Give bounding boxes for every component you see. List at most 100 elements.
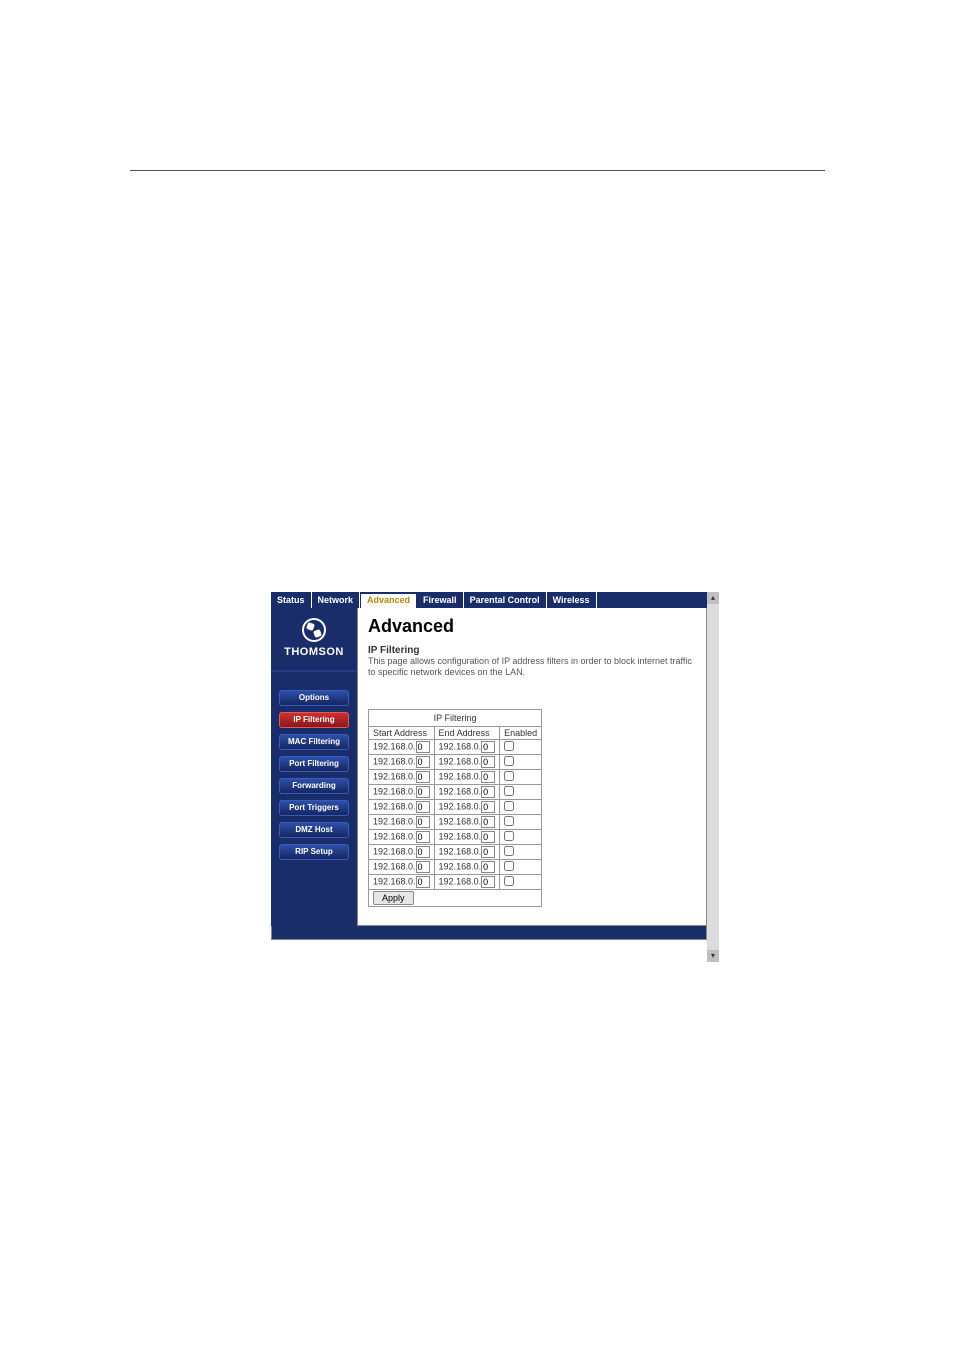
enabled-checkbox[interactable] [504, 816, 514, 826]
sidebar: THOMSON Options IP Filtering MAC Filteri… [271, 608, 357, 926]
table-row: 192.168.0.192.168.0. [369, 844, 542, 859]
start-address-cell: 192.168.0. [369, 739, 435, 754]
tab-firewall[interactable]: Firewall [417, 592, 464, 608]
start-address-input[interactable] [416, 756, 430, 768]
enabled-cell [500, 799, 542, 814]
start-address-input[interactable] [416, 876, 430, 888]
table-row: 192.168.0.192.168.0. [369, 874, 542, 889]
enabled-checkbox[interactable] [504, 831, 514, 841]
apply-cell: Apply [369, 889, 542, 906]
enabled-cell [500, 814, 542, 829]
enabled-cell [500, 739, 542, 754]
router-admin-screenshot: ▴ ▾ Status Network Advanced Firewall Par… [271, 592, 719, 962]
enabled-cell [500, 859, 542, 874]
start-address-cell: 192.168.0. [369, 829, 435, 844]
end-address-input[interactable] [481, 801, 495, 813]
enabled-checkbox[interactable] [504, 786, 514, 796]
content-area: Advanced IP Filtering This page allows c… [357, 608, 707, 926]
end-address-input[interactable] [481, 846, 495, 858]
start-address-cell: 192.168.0. [369, 784, 435, 799]
table-row: 192.168.0.192.168.0. [369, 799, 542, 814]
enabled-cell [500, 784, 542, 799]
enabled-checkbox[interactable] [504, 756, 514, 766]
end-address-input[interactable] [481, 816, 495, 828]
end-address-cell: 192.168.0. [434, 874, 500, 889]
sidebar-item-port-triggers[interactable]: Port Triggers [279, 800, 349, 816]
enabled-cell [500, 769, 542, 784]
sidebar-item-port-filtering[interactable]: Port Filtering [279, 756, 349, 772]
end-address-cell: 192.168.0. [434, 814, 500, 829]
table-row: 192.168.0.192.168.0. [369, 769, 542, 784]
col-start: Start Address [369, 726, 435, 739]
apply-button[interactable]: Apply [373, 891, 414, 905]
start-address-input[interactable] [416, 816, 430, 828]
end-address-cell: 192.168.0. [434, 859, 500, 874]
start-address-cell: 192.168.0. [369, 814, 435, 829]
sidebar-item-forwarding[interactable]: Forwarding [279, 778, 349, 794]
end-address-input[interactable] [481, 756, 495, 768]
table-caption: IP Filtering [368, 709, 542, 726]
tab-wireless[interactable]: Wireless [547, 592, 597, 608]
start-address-input[interactable] [416, 846, 430, 858]
start-address-cell: 192.168.0. [369, 769, 435, 784]
end-address-input[interactable] [481, 861, 495, 873]
end-address-cell: 192.168.0. [434, 769, 500, 784]
subtitle: IP Filtering [368, 645, 696, 656]
enabled-checkbox[interactable] [504, 801, 514, 811]
enabled-checkbox[interactable] [504, 846, 514, 856]
ip-filtering-table: IP Filtering Start Address End Address E… [368, 709, 542, 907]
enabled-checkbox[interactable] [504, 771, 514, 781]
start-address-cell: 192.168.0. [369, 799, 435, 814]
col-end: End Address [434, 726, 500, 739]
sidebar-item-ip-filtering[interactable]: IP Filtering [279, 712, 349, 728]
page-title: Advanced [368, 616, 696, 637]
table-row: 192.168.0.192.168.0. [369, 739, 542, 754]
enabled-checkbox[interactable] [504, 741, 514, 751]
sidebar-item-mac-filtering[interactable]: MAC Filtering [279, 734, 349, 750]
footer-bar [271, 926, 707, 940]
col-enabled: Enabled [500, 726, 542, 739]
top-tabs: Status Network Advanced Firewall Parenta… [271, 592, 707, 608]
tab-advanced[interactable]: Advanced [360, 592, 417, 608]
start-address-cell: 192.168.0. [369, 754, 435, 769]
end-address-cell: 192.168.0. [434, 784, 500, 799]
start-address-input[interactable] [416, 861, 430, 873]
tab-filler [597, 592, 707, 608]
start-address-input[interactable] [416, 741, 430, 753]
sidebar-item-options[interactable]: Options [279, 690, 349, 706]
end-address-cell: 192.168.0. [434, 754, 500, 769]
enabled-cell [500, 829, 542, 844]
brand-name: THOMSON [271, 646, 357, 658]
scroll-up-icon[interactable]: ▴ [707, 592, 719, 604]
end-address-cell: 192.168.0. [434, 829, 500, 844]
sidebar-item-rip-setup[interactable]: RIP Setup [279, 844, 349, 860]
enabled-cell [500, 874, 542, 889]
end-address-input[interactable] [481, 771, 495, 783]
header-rule [130, 170, 825, 171]
brand-block: THOMSON [271, 608, 357, 672]
sidebar-item-dmz-host[interactable]: DMZ Host [279, 822, 349, 838]
tab-parental-control[interactable]: Parental Control [464, 592, 547, 608]
tab-status[interactable]: Status [271, 592, 312, 608]
description: This page allows configuration of IP add… [368, 656, 696, 679]
end-address-cell: 192.168.0. [434, 799, 500, 814]
end-address-cell: 192.168.0. [434, 844, 500, 859]
start-address-input[interactable] [416, 771, 430, 783]
end-address-input[interactable] [481, 876, 495, 888]
table-row: 192.168.0.192.168.0. [369, 754, 542, 769]
start-address-input[interactable] [416, 831, 430, 843]
tab-network[interactable]: Network [312, 592, 361, 608]
enabled-cell [500, 844, 542, 859]
start-address-input[interactable] [416, 786, 430, 798]
end-address-input[interactable] [481, 786, 495, 798]
end-address-input[interactable] [481, 831, 495, 843]
enabled-checkbox[interactable] [504, 876, 514, 886]
enabled-checkbox[interactable] [504, 861, 514, 871]
start-address-cell: 192.168.0. [369, 859, 435, 874]
start-address-cell: 192.168.0. [369, 874, 435, 889]
end-address-input[interactable] [481, 741, 495, 753]
table-row: 192.168.0.192.168.0. [369, 814, 542, 829]
start-address-input[interactable] [416, 801, 430, 813]
scroll-down-icon[interactable]: ▾ [707, 950, 719, 962]
table-row: 192.168.0.192.168.0. [369, 829, 542, 844]
